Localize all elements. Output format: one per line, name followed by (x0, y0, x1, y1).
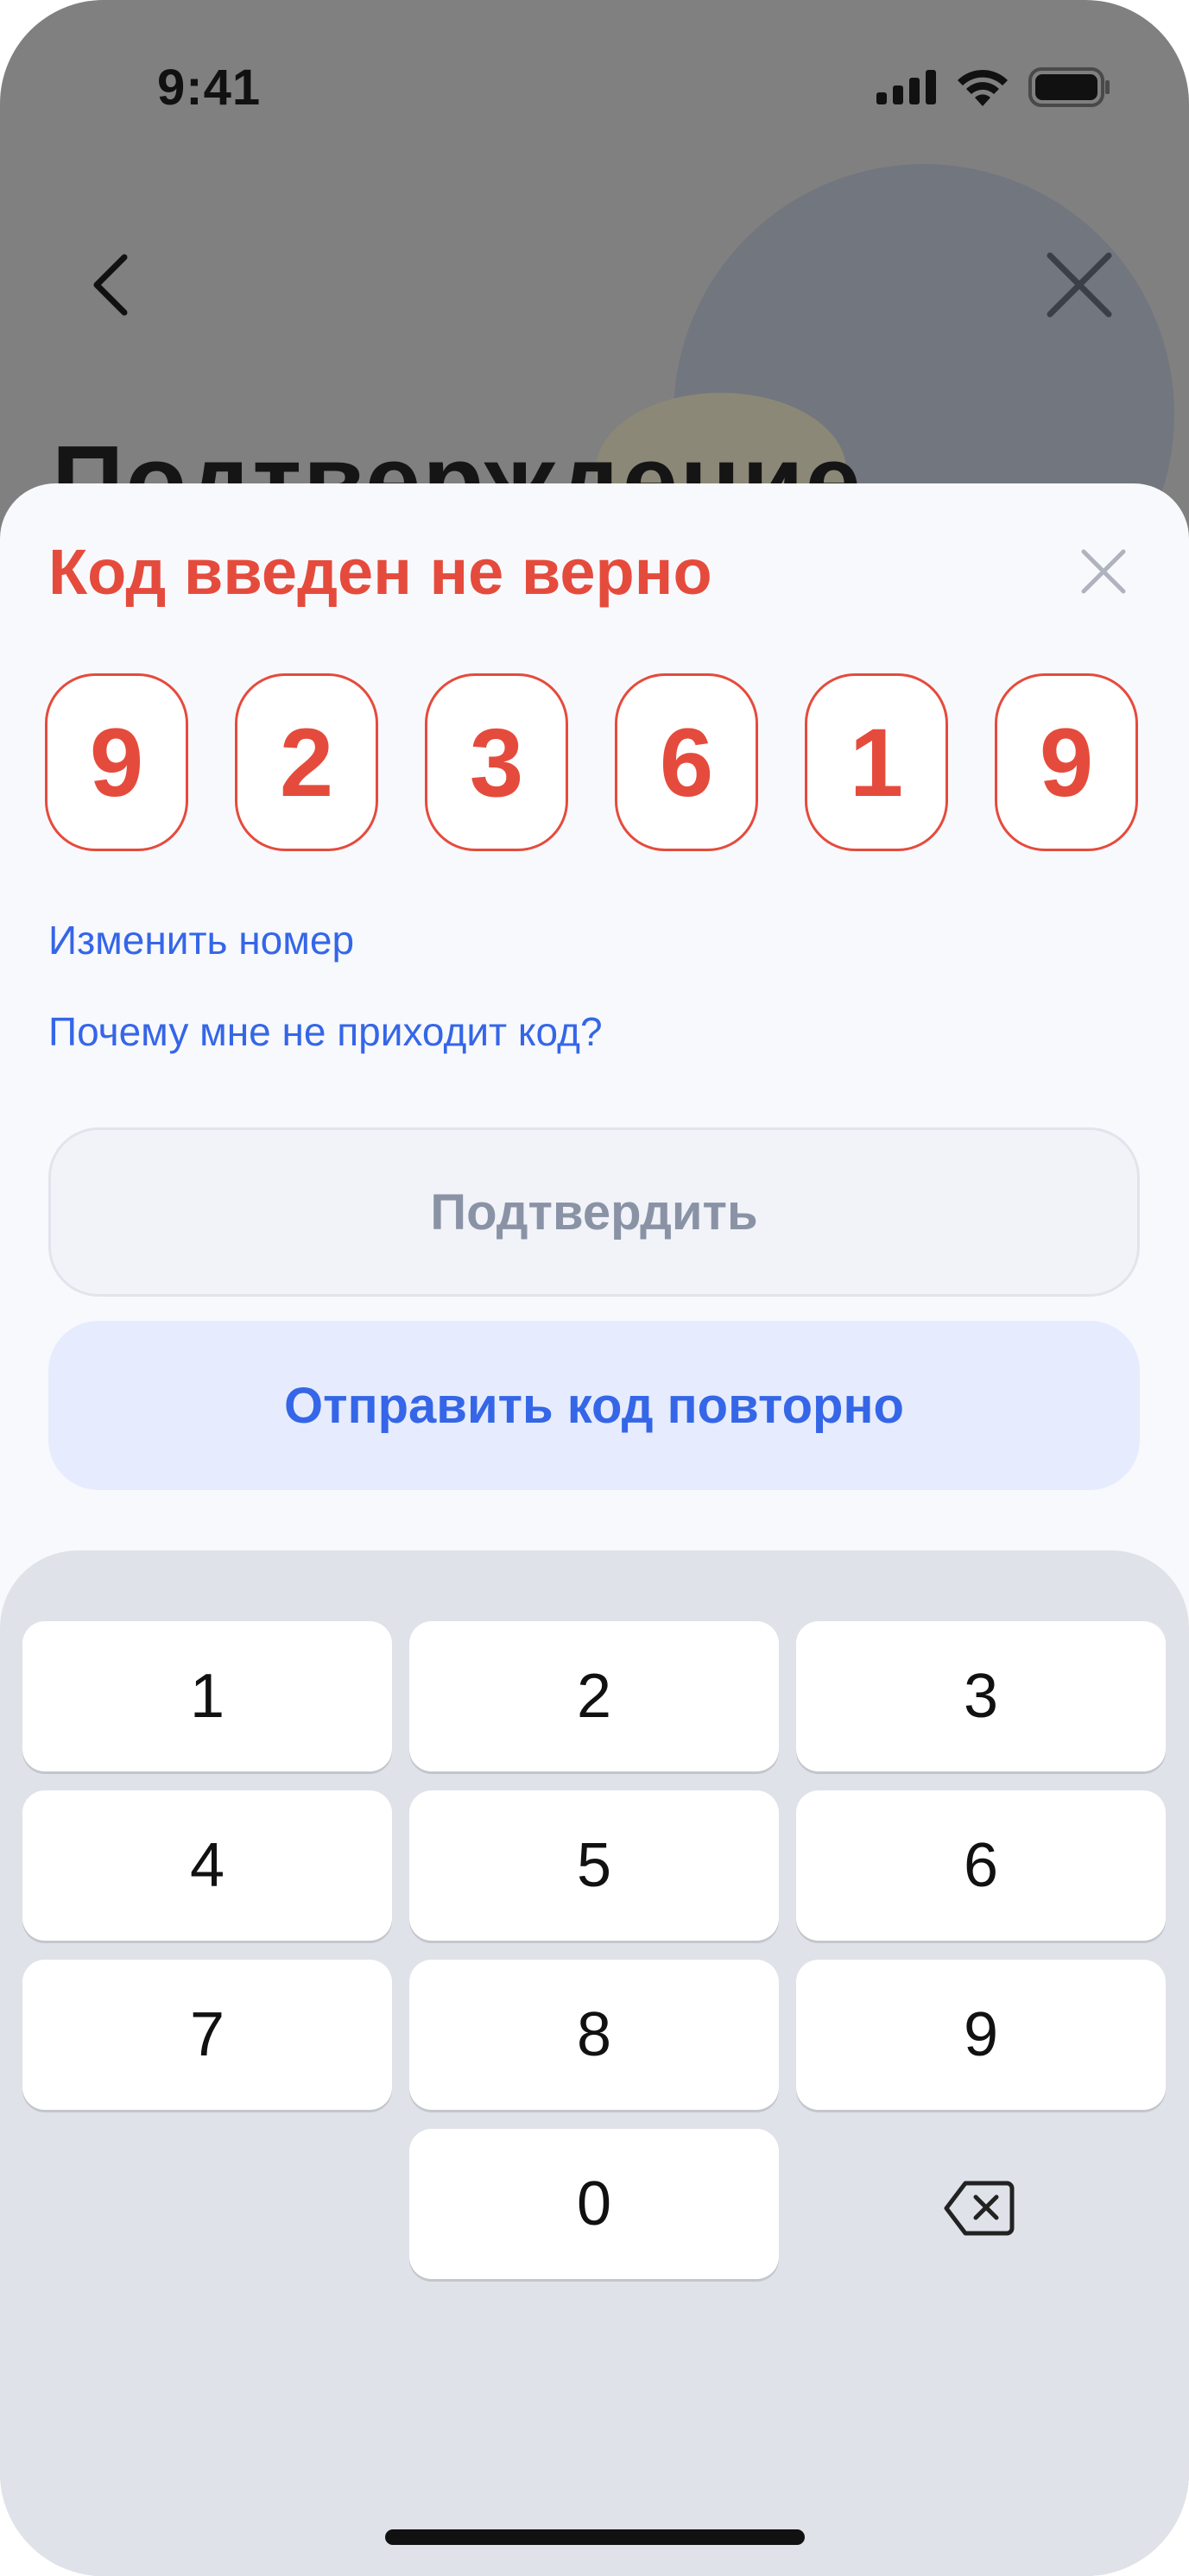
code-digit[interactable]: 9 (45, 673, 188, 851)
back-arrow-icon[interactable] (86, 250, 138, 319)
status-time: 9:41 (157, 60, 262, 116)
resend-code-button[interactable]: Отправить код повторно (48, 1321, 1140, 1490)
key-1[interactable]: 1 (22, 1621, 392, 1771)
code-digit[interactable]: 3 (425, 673, 568, 851)
status-icons (876, 66, 1111, 111)
home-indicator (385, 2529, 805, 2545)
close-icon[interactable] (1079, 547, 1128, 596)
code-digit[interactable]: 6 (615, 673, 758, 851)
code-input-row: 9 2 3 6 1 9 (45, 673, 1138, 851)
key-8[interactable]: 8 (409, 1960, 779, 2110)
code-digit[interactable]: 1 (805, 673, 948, 851)
key-4[interactable]: 4 (22, 1790, 392, 1941)
key-7[interactable]: 7 (22, 1960, 392, 2110)
change-number-link[interactable]: Изменить номер (48, 917, 354, 963)
code-digit[interactable]: 2 (235, 673, 378, 851)
signal-icon (876, 69, 937, 109)
error-title: Код введен не верно (48, 536, 712, 608)
code-digit[interactable]: 9 (995, 673, 1138, 851)
close-icon[interactable] (1045, 250, 1114, 319)
key-2[interactable]: 2 (409, 1621, 779, 1771)
key-3[interactable]: 3 (796, 1621, 1166, 1771)
key-9[interactable]: 9 (796, 1960, 1166, 2110)
battery-icon (1028, 66, 1111, 111)
key-0[interactable]: 0 (409, 2129, 779, 2279)
why-no-code-link[interactable]: Почему мне не приходит код? (48, 1008, 603, 1055)
wifi-icon (956, 68, 1009, 110)
key-5[interactable]: 5 (409, 1790, 779, 1941)
confirm-button[interactable]: Подтвердить (48, 1127, 1140, 1297)
key-6[interactable]: 6 (796, 1790, 1166, 1941)
phone-screen: 9:41 Подтверждение Код введен не верно 9… (0, 0, 1189, 2576)
backspace-icon[interactable] (893, 2148, 1066, 2269)
